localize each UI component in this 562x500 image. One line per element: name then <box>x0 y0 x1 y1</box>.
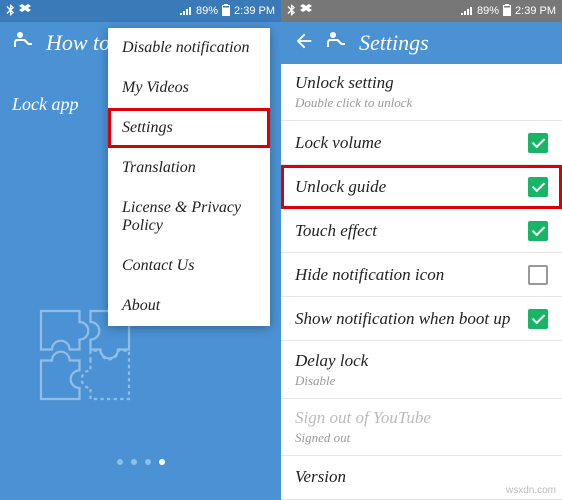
checkbox[interactable] <box>528 177 548 197</box>
page-indicator <box>117 459 165 465</box>
setting-row-unlock-setting[interactable]: Unlock setting Double click to unlock <box>281 64 562 121</box>
app-logo-icon <box>12 29 36 58</box>
setting-title: Unlock setting <box>295 73 412 93</box>
bluetooth-icon <box>6 4 16 19</box>
clock-text: 2:39 PM <box>515 5 556 17</box>
setting-subtitle: Double click to unlock <box>295 95 412 111</box>
setting-row-touch-effect[interactable]: Touch effect <box>281 209 562 253</box>
setting-title: Delay lock <box>295 351 368 371</box>
setting-title: Unlock guide <box>295 177 386 197</box>
setting-subtitle: Disable <box>295 373 368 389</box>
setting-row-lock-volume[interactable]: Lock volume <box>281 121 562 165</box>
menu-item-settings[interactable]: Settings <box>108 108 270 148</box>
signal-icon <box>180 5 192 18</box>
app-bar: Settings <box>281 22 562 64</box>
overflow-menu: Disable notificationMy VideosSettingsTra… <box>108 28 270 326</box>
setting-row-delay-lock[interactable]: Delay lock Disable <box>281 341 562 398</box>
setting-row-show-notification-when-boot-up[interactable]: Show notification when boot up <box>281 297 562 341</box>
battery-icon <box>222 4 230 19</box>
page-dot[interactable] <box>145 459 151 465</box>
menu-item-my-videos[interactable]: My Videos <box>108 68 270 108</box>
setting-title: Hide notification icon <box>295 265 444 285</box>
checkbox[interactable] <box>528 133 548 153</box>
app-bar-title: Settings <box>359 30 429 56</box>
menu-item-contact-us[interactable]: Contact Us <box>108 246 270 286</box>
battery-text: 89% <box>196 5 218 17</box>
bluetooth-icon <box>287 4 297 19</box>
checkbox[interactable] <box>528 265 548 285</box>
back-icon[interactable] <box>293 30 315 57</box>
dropbox-icon <box>19 4 31 19</box>
left-phone-screen: 89% 2:39 PM How to use Lock app <box>0 0 281 500</box>
setting-title: Show notification when boot up <box>295 309 510 329</box>
menu-item-about[interactable]: About <box>108 286 270 326</box>
page-dot[interactable] <box>117 459 123 465</box>
menu-item-license-privacy-policy[interactable]: License & Privacy Policy <box>108 188 270 246</box>
menu-item-translation[interactable]: Translation <box>108 148 270 188</box>
menu-item-disable-notification[interactable]: Disable notification <box>108 28 270 68</box>
right-phone-screen: 89% 2:39 PM Settings Unlock setting Doubl… <box>281 0 562 500</box>
setting-subtitle: Signed out <box>295 430 431 446</box>
app-logo-icon <box>325 29 349 58</box>
setting-title: Lock volume <box>295 133 381 153</box>
page-dot[interactable] <box>131 459 137 465</box>
battery-text: 89% <box>477 5 499 17</box>
clock-text: 2:39 PM <box>234 5 275 17</box>
settings-list: Unlock setting Double click to unlock Lock… <box>281 64 562 500</box>
setting-title: Touch effect <box>295 221 377 241</box>
setting-row-unlock-guide[interactable]: Unlock guide <box>281 165 562 209</box>
setting-row-sign-out-of-youtube[interactable]: Sign out of YouTube Signed out <box>281 399 562 456</box>
status-bar: 89% 2:39 PM <box>0 0 281 22</box>
checkbox[interactable] <box>528 309 548 329</box>
setting-title: Version <box>295 467 346 487</box>
setting-title: Sign out of YouTube <box>295 408 431 428</box>
page-dot[interactable] <box>159 459 165 465</box>
watermark: wsxdn.com <box>506 485 556 496</box>
checkbox[interactable] <box>528 221 548 241</box>
battery-icon <box>503 4 511 19</box>
dropbox-icon <box>300 4 312 19</box>
status-bar: 89% 2:39 PM <box>281 0 562 22</box>
lock-app-label: Lock app <box>12 94 79 115</box>
signal-icon <box>461 5 473 18</box>
setting-row-hide-notification-icon[interactable]: Hide notification icon <box>281 253 562 297</box>
